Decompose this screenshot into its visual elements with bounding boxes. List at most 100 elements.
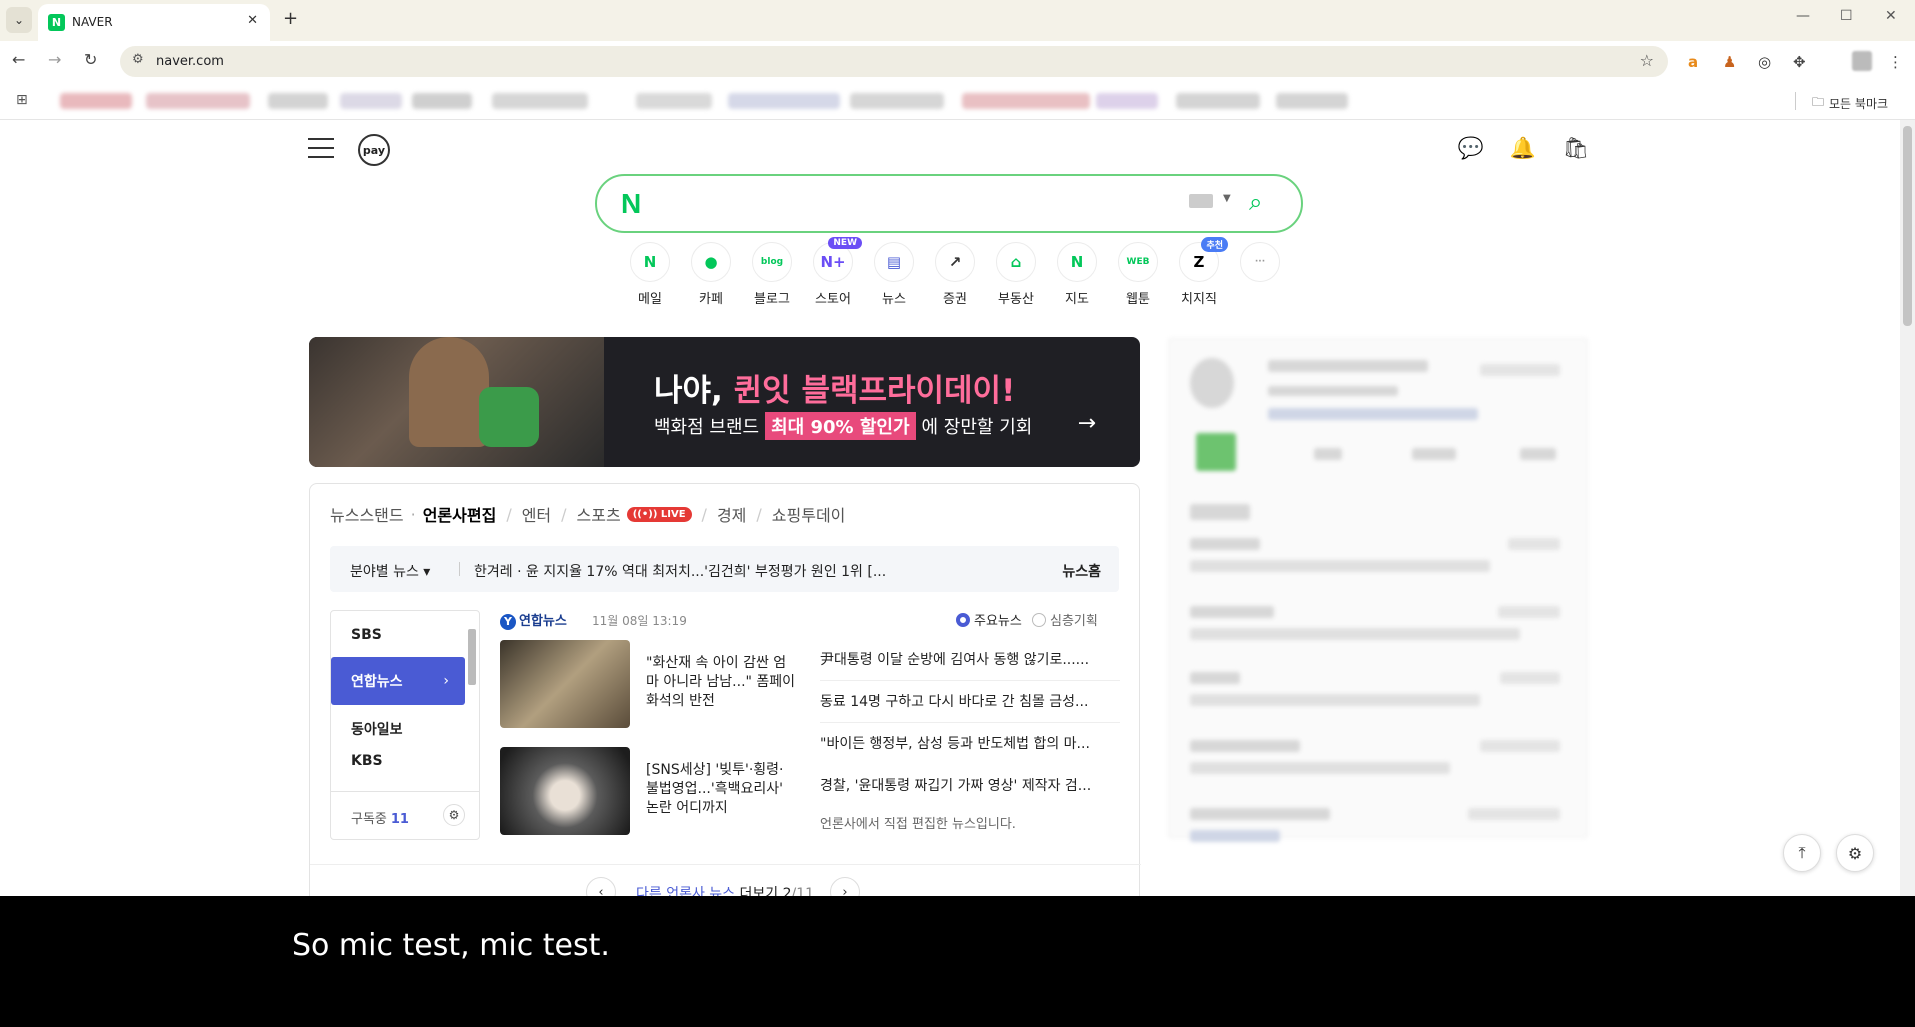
shortcut-icon: ↗ [935, 242, 975, 282]
search-box[interactable]: N ▼ ⌕ [595, 174, 1303, 233]
notification-bell-icon[interactable]: 🔔 [1509, 134, 1537, 162]
feature-radio[interactable]: 심층기획 [1032, 610, 1098, 629]
press-edit-note: 언론사에서 직접 편집한 뉴스입니다. [820, 817, 1016, 832]
close-window-button[interactable]: ✕ [1885, 8, 1897, 24]
rolling-headline[interactable]: 한겨레 · 윤 지지율 17% 역대 최저치...'김건희' 부정평가 원인 1… [474, 561, 1014, 581]
bookmark-item[interactable] [1276, 93, 1348, 109]
tab-press-edit[interactable]: 언론사편집 [423, 502, 497, 526]
settings-gear-icon[interactable]: ⚙ [443, 804, 465, 826]
press-item-sbs[interactable]: SBS [331, 611, 466, 659]
bookmark-item[interactable] [412, 93, 472, 109]
article-card[interactable]: [SNS세상] '빚투'·횡령·불법영업...'흑백요리사' 논란 어디까지 [500, 747, 784, 835]
menu-kebab-icon[interactable]: ⋮ [1888, 53, 1903, 71]
shortcut-3[interactable]: N+ NEW 스토어 [803, 237, 863, 307]
apps-grid-icon[interactable]: ⊞ [16, 92, 28, 108]
next-page-button[interactable]: › [830, 877, 860, 896]
article-title[interactable]: [SNS세상] '빚투'·횡령·불법영업...'흑백요리사' 논란 어디까지 [646, 761, 796, 818]
site-info-icon[interactable]: ⚙ [132, 52, 144, 67]
article-card[interactable]: "화산재 속 아이 감싼 엄마 아니라 남남..." 폼페이 화석의 반전 [500, 640, 795, 728]
naver-page: pay 💬 🔔 🛍 N ▼ ⌕ N 메일 ● 카페 blog 블로그 N+ NEW 스토어 ▤ 뉴스… [0, 120, 1915, 896]
press-item-yonhap[interactable]: 연합뉴스 › [331, 657, 465, 705]
shortcut-6[interactable]: ⌂ 부동산 [986, 242, 1046, 307]
bookmark-item[interactable] [636, 93, 712, 109]
profile-avatar[interactable] [1852, 51, 1872, 71]
scroll-thumb[interactable] [1903, 126, 1912, 326]
bookmark-item[interactable] [962, 93, 1090, 109]
bookmark-item[interactable] [340, 93, 402, 109]
talk-chat-icon[interactable]: 💬 [1457, 134, 1485, 162]
bookmark-star-icon[interactable]: ☆ [1640, 51, 1654, 70]
article-title[interactable]: "화산재 속 아이 감싼 엄마 아니라 남남..." 폼페이 화석의 반전 [646, 654, 796, 711]
shortcut-1[interactable]: ● 카페 [681, 242, 741, 307]
shortcut-9[interactable]: Z 추천 치지직 [1169, 237, 1229, 307]
settings-gear-button[interactable]: ⚙ [1836, 834, 1874, 872]
headline-item[interactable]: "바이든 행정부, 삼성 등과 반도체법 합의 마... [820, 723, 1120, 765]
bookmark-item[interactable] [146, 93, 250, 109]
tab-economy[interactable]: 경제 [717, 502, 746, 526]
tab-shopping-today[interactable]: 쇼핑투데이 [772, 502, 846, 526]
prev-page-button[interactable]: ‹ [586, 877, 616, 896]
divider [459, 562, 460, 576]
naver-pay-button[interactable]: pay [358, 134, 390, 166]
article-thumbnail[interactable] [500, 640, 630, 728]
address-bar[interactable]: ⚙ naver.com ☆ [120, 46, 1668, 77]
news-home-link[interactable]: 뉴스홈 [1062, 561, 1101, 581]
bookmark-item[interactable] [268, 93, 328, 109]
headline-item[interactable]: 경찰, '윤대통령 짜깁기 가짜 영상' 제작자 검... [820, 765, 1120, 807]
menu-hamburger-icon[interactable] [308, 138, 334, 158]
extension-person-icon[interactable]: ♟ [1723, 53, 1736, 71]
bookmark-item[interactable] [728, 93, 840, 109]
shortcut-7[interactable]: N 지도 [1047, 242, 1107, 307]
shortcut-8[interactable]: WEB 웹툰 [1108, 242, 1168, 307]
back-button[interactable]: ← [12, 50, 25, 69]
tab-entertainment[interactable]: 엔터 [522, 502, 551, 526]
bookmark-item[interactable] [1176, 93, 1260, 109]
press-item-kbs[interactable]: KBS [331, 737, 466, 785]
tab-newsstand[interactable]: 뉴스스탠드 [330, 502, 404, 526]
extension-capture-icon[interactable]: ◎ [1758, 53, 1771, 71]
shortcut-10[interactable]: ··· [1230, 242, 1290, 288]
minimize-button[interactable]: — [1796, 8, 1810, 24]
shortcut-icon: blog [752, 242, 792, 282]
bookmark-item[interactable] [850, 93, 944, 109]
publisher-logo[interactable]: Y 연합뉴스 [500, 610, 567, 630]
reload-button[interactable]: ↻ [84, 50, 97, 69]
new-tab-button[interactable]: + [283, 8, 298, 29]
bookmark-item[interactable] [1096, 93, 1158, 109]
scroll-thumb[interactable] [468, 629, 476, 685]
page-scrollbar[interactable] [1900, 120, 1915, 896]
shopping-bag-icon[interactable]: 🛍 [1562, 134, 1590, 162]
shortcut-5[interactable]: ↗ 증권 [925, 242, 985, 307]
naver-logo[interactable]: N [621, 188, 641, 220]
browser-toolbar: ← → ↻ ⚙ naver.com ☆ a ♟ ◎ ✥ ⋮ [0, 41, 1915, 82]
keyboard-icon[interactable] [1189, 194, 1213, 208]
chevron-down-icon[interactable]: ▼ [1223, 193, 1231, 204]
search-icon[interactable]: ⌕ [1249, 188, 1262, 216]
extension-a-icon[interactable]: a [1688, 53, 1698, 71]
press-list-scrollbar[interactable] [467, 615, 477, 785]
more-press-link[interactable]: 다른 언론사 뉴스 더보기 2/11 [636, 883, 814, 896]
maximize-button[interactable]: ☐ [1840, 8, 1853, 24]
extensions-puzzle-icon[interactable]: ✥ [1793, 53, 1806, 71]
headline-item[interactable]: 동료 14명 구하고 다시 바다로 간 침몰 금성... [820, 681, 1120, 723]
browser-tab[interactable]: N NAVER ✕ [38, 4, 270, 41]
tab-sports[interactable]: 스포츠 [577, 502, 621, 526]
all-bookmarks-button[interactable]: 🗀 모든 북마크 [1812, 93, 1888, 114]
shortcut-4[interactable]: ▤ 뉴스 [864, 242, 924, 307]
yonhap-mark-icon: Y [500, 614, 516, 630]
shortcut-label: 증권 [943, 292, 967, 307]
scroll-to-top-button[interactable]: ⤒ [1783, 834, 1821, 872]
category-dropdown[interactable]: 분야별 뉴스 ▾ [350, 561, 430, 581]
headline-item[interactable]: 尹대통령 이달 순방에 김여사 동행 않기로...... [820, 639, 1120, 681]
shortcut-2[interactable]: blog 블로그 [742, 242, 802, 307]
tab-close-icon[interactable]: ✕ [247, 13, 258, 28]
shortcut-0[interactable]: N 메일 [620, 242, 680, 307]
shortcut-icon: ● [691, 242, 731, 282]
ad-banner[interactable]: 나야, 퀸잇 블랙프라이데이! 백화점 브랜드 최대 90% 할인가 에 장만할… [309, 337, 1140, 467]
article-thumbnail[interactable] [500, 747, 630, 835]
forward-button[interactable]: → [48, 50, 61, 69]
bookmark-item[interactable] [492, 93, 588, 109]
tab-search-button[interactable]: ⌄ [6, 7, 32, 33]
bookmark-item[interactable] [60, 93, 132, 109]
main-news-radio[interactable]: 주요뉴스 [956, 610, 1022, 629]
